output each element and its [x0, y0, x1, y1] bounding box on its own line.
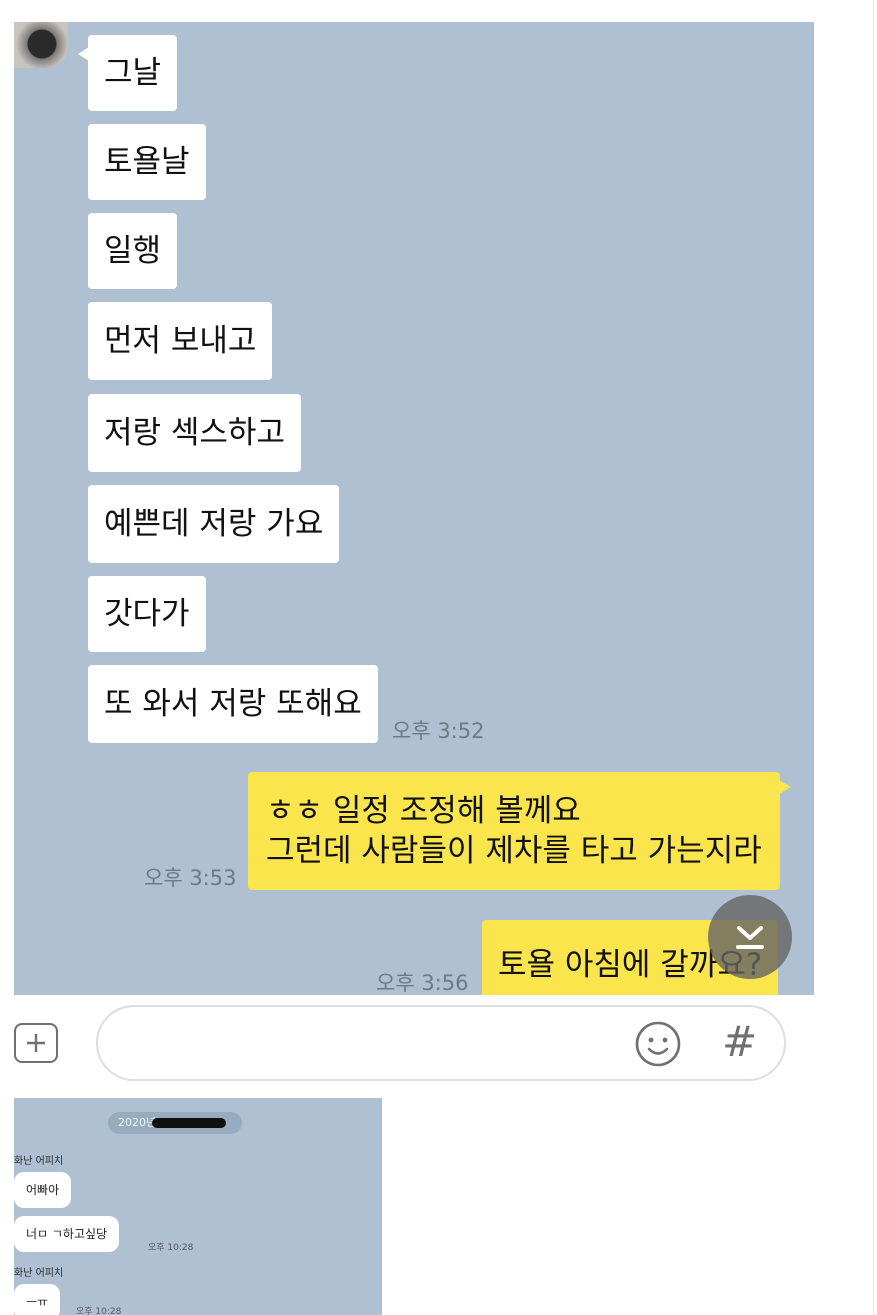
sender-avatar[interactable] [14, 22, 68, 68]
message-time: 오후 10:28 [76, 1307, 122, 1315]
message-text: 예쁜데 저랑 가요 [104, 506, 324, 542]
received-message: ㅡㅠ [14, 1284, 61, 1315]
message-text: 먼저 보내고 [104, 323, 257, 359]
received-message: 저랑 섹스하고 [88, 394, 301, 472]
page-divider [873, 0, 874, 1315]
scroll-to-bottom-button[interactable] [708, 895, 792, 979]
sender-name: 화난 어피치 [14, 1268, 64, 1279]
message-text: 그날 [104, 55, 162, 91]
message-time: 오후 3:53 [144, 866, 237, 890]
message-text: ㅎㅎ 일정 조정해 볼께요 [266, 793, 581, 829]
emoji-icon [635, 1021, 681, 1067]
message-input[interactable] [96, 1005, 786, 1081]
plus-icon [27, 1034, 45, 1052]
received-message: 너ㅁ ㄱ하고싶당 [14, 1216, 120, 1252]
redaction-mark [152, 1118, 226, 1128]
message-text: 일행 [104, 233, 162, 269]
embedded-chat-screenshot: 2020년 화난 어피치 어빠아 너ㅁ ㄱ하고싶당 오후 10:28 화난 어피… [14, 1098, 382, 1315]
received-message: 토욜날 [88, 124, 206, 200]
message-text: 저랑 섹스하고 [104, 415, 285, 451]
chat-window: 그날 토욜날 일행 먼저 보내고 저랑 섹스하고 예쁜데 저랑 가요 갓다가 또… [14, 22, 814, 995]
date-divider: 2020년 [108, 1112, 242, 1134]
attach-button[interactable] [14, 1023, 58, 1063]
sent-message: ㅎㅎ 일정 조정해 볼께요 그런데 사람들이 제차를 타고 가는지라 [248, 772, 791, 890]
received-message: 그날 [77, 35, 178, 111]
sender-name: 화난 어피치 [14, 1156, 64, 1167]
received-message: 예쁜데 저랑 가요 [88, 485, 340, 563]
message-input-bar: # [14, 995, 814, 1093]
message-time: 오후 3:52 [392, 719, 485, 743]
emoji-button[interactable] [634, 1020, 682, 1068]
message-text: 토욜날 [104, 144, 190, 180]
received-message: 먼저 보내고 [88, 302, 273, 380]
received-message: 갓다가 [88, 576, 206, 652]
message-text: 그런데 사람들이 제차를 타고 가는지라 [266, 833, 762, 869]
message-time: 오후 3:56 [376, 971, 469, 995]
message-text: 갓다가 [104, 596, 190, 632]
scroll-down-icon [736, 926, 764, 949]
received-message: 일행 [88, 213, 178, 289]
received-message: 또 와서 저랑 또해요 [88, 665, 378, 743]
received-message: 어빠아 [14, 1172, 72, 1208]
message-text: 또 와서 저랑 또해요 [104, 686, 362, 722]
date-text: 2020년 [118, 1116, 157, 1129]
message-time: 오후 10:28 [148, 1243, 194, 1253]
hashtag-button[interactable]: # [722, 1017, 757, 1067]
